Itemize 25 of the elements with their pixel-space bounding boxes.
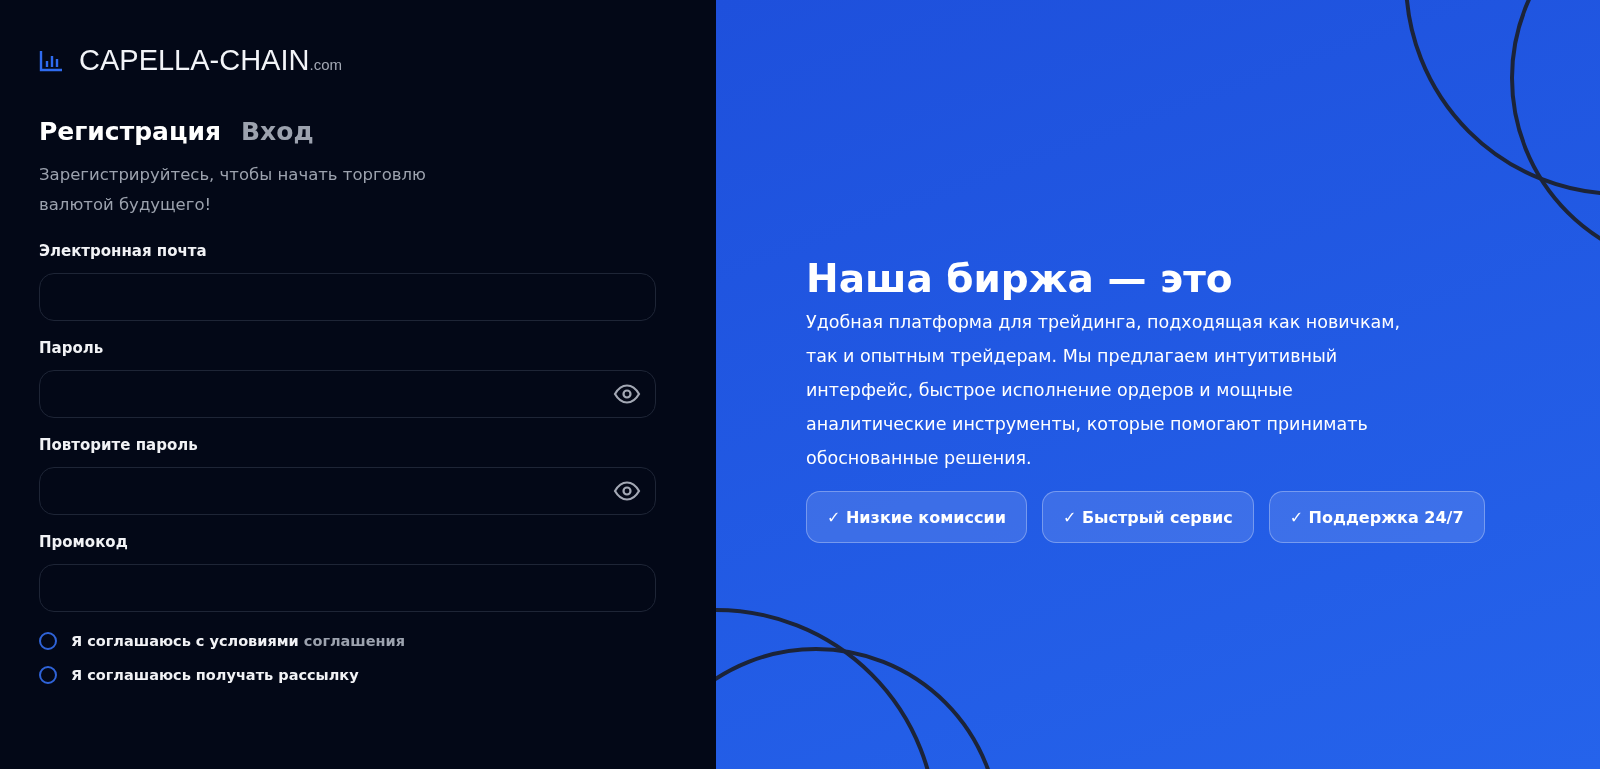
field-label: Электронная почта — [39, 242, 208, 260]
feature-chip: ✓ Быстрый сервис — [1041, 491, 1254, 543]
auth-tab[interactable]: Регистрация — [39, 117, 222, 146]
promo-text: Удобная платформа для трейдинга, подходящая как новичкам, так и опытным трейдерам. Мы предлагаем интуитивный интерфейс, быстрое исполнение ордеров и мощные аналитические инструменты, которые помогают принимать обоснованные решения. — [806, 311, 1401, 470]
logo-text[interactable]: CAPELLA-CHAIN.com — [79, 44, 342, 77]
input-field[interactable] — [39, 564, 656, 612]
input-field[interactable] — [39, 273, 656, 321]
eye-icon[interactable] — [613, 481, 641, 501]
eye-icon[interactable] — [613, 384, 641, 404]
auth-tab[interactable]: Вход — [241, 117, 314, 146]
field-label: Промокод — [39, 533, 129, 551]
feature-chip: ✓ Низкие комиссии — [806, 491, 1027, 543]
field-label: Повторите пароль — [39, 436, 199, 454]
agreement-text: Я соглашаюсь с условиями соглашения — [71, 633, 406, 649]
radio-checkbox[interactable] — [39, 632, 57, 650]
promo-heading: Наша биржа — это — [806, 256, 1234, 301]
subtitle: Зарегистрируйтесь, чтобы начать торговлю валютой будущего! — [39, 164, 427, 216]
agreement-link[interactable]: соглашения — [303, 633, 406, 649]
input-field[interactable] — [39, 370, 656, 418]
radio-checkbox[interactable] — [39, 666, 57, 684]
input-field[interactable] — [39, 467, 656, 515]
feature-chip: ✓ Поддержка 24/7 — [1268, 491, 1485, 543]
field-label: Пароль — [39, 339, 105, 357]
agreement-text: Я соглашаюсь получать рассылку — [71, 667, 359, 683]
bar-chart-icon — [39, 49, 63, 72]
